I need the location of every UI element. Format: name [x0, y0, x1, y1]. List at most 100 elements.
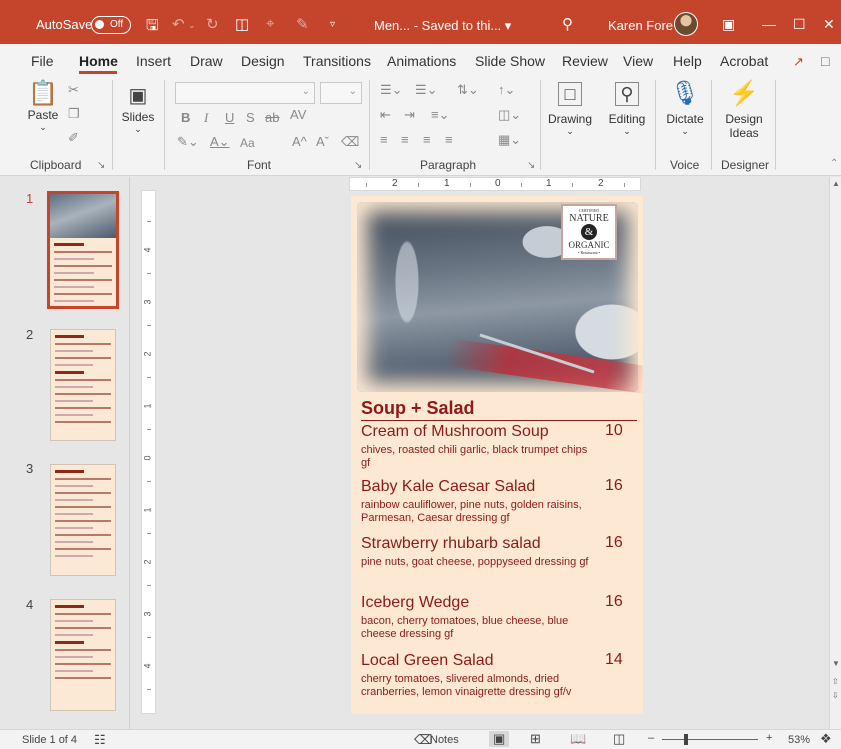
shadow-button[interactable]: S	[246, 110, 255, 125]
comment-icon[interactable]: □	[821, 53, 829, 69]
align-center-icon[interactable]: ≡	[401, 132, 409, 147]
zoom-slider[interactable]	[662, 739, 758, 740]
decrease-indent-icon[interactable]: ⇤	[380, 107, 391, 123]
search-icon[interactable]: ⚲	[562, 15, 573, 33]
tab-help[interactable]: Help	[673, 53, 702, 69]
font-color-icon[interactable]: A⌄	[210, 134, 230, 150]
font-name-select[interactable]: ⌄	[175, 82, 315, 104]
italic-button[interactable]: I	[204, 110, 208, 126]
increase-indent-icon[interactable]: ⇥	[404, 107, 415, 123]
tab-insert[interactable]: Insert	[136, 53, 171, 69]
copy-icon[interactable]: ❐	[68, 106, 80, 122]
menu-item[interactable]: Baby Kale Caesar Salad 16 rainbow caulif…	[361, 477, 637, 525]
undo-dropdown-icon[interactable]: ⌄	[188, 20, 196, 31]
slides-button[interactable]: ▣ Slides ⌄	[120, 82, 156, 135]
grow-font-button[interactable]: A^	[292, 134, 307, 149]
design-ideas-button[interactable]: ⚡ Design Ideas	[718, 80, 770, 140]
clipboard-launcher-icon[interactable]: ↘	[97, 160, 105, 171]
numbering-icon[interactable]: ☰⌄	[415, 82, 438, 98]
columns-icon[interactable]: ≡⌄	[431, 107, 449, 123]
slide-thumbnail-4[interactable]	[50, 599, 116, 711]
clear-formatting-icon[interactable]: ⌫	[341, 134, 359, 150]
slide-thumbnail-1[interactable]	[47, 191, 119, 309]
tab-review[interactable]: Review	[562, 53, 608, 69]
drawing-button[interactable]: □ Drawing ⌄	[545, 82, 595, 137]
font-launcher-icon[interactable]: ↘	[354, 160, 362, 171]
restaurant-logo[interactable]: CERTIFIED NATURE & ORGANIC • Restaurant …	[561, 204, 617, 260]
align-right-icon[interactable]: ≡	[423, 132, 431, 147]
slide-sorter-icon[interactable]: ⊞	[530, 731, 541, 747]
shrink-font-button[interactable]: Aˇ	[316, 134, 329, 149]
previous-slide-icon[interactable]: ⇧	[832, 677, 839, 686]
avatar[interactable]	[674, 12, 698, 36]
scroll-up-icon[interactable]: ▲	[832, 179, 840, 188]
cut-icon[interactable]: ✂	[68, 82, 79, 98]
collapse-ribbon-icon[interactable]: ⌃	[830, 158, 838, 169]
pen-icon[interactable]: ✎	[296, 15, 309, 33]
menu-item[interactable]: Local Green Salad 14 cherry tomatoes, sl…	[361, 651, 637, 699]
reading-view-icon[interactable]: 📖	[570, 731, 586, 747]
redo-icon[interactable]: ↻	[206, 15, 219, 33]
line-spacing-icon[interactable]: ⇅⌄	[457, 82, 479, 98]
notes-button[interactable]: Notes	[430, 734, 459, 746]
tab-acrobat[interactable]: Acrobat	[720, 53, 768, 69]
close-icon[interactable]: ✕	[823, 16, 835, 33]
smartart-icon[interactable]: ▦⌄	[498, 132, 521, 148]
spellcheck-icon[interactable]: ☷	[94, 732, 106, 748]
tab-animations[interactable]: Animations	[387, 53, 456, 69]
tab-draw[interactable]: Draw	[190, 53, 223, 69]
customize-qat-icon[interactable]: ▿	[330, 19, 335, 30]
bullets-icon[interactable]: ☰⌄	[380, 82, 403, 98]
character-spacing-button[interactable]: AV	[290, 107, 306, 122]
tab-design[interactable]: Design	[241, 53, 285, 69]
next-slide-icon[interactable]: ⇩	[832, 691, 839, 700]
present-icon[interactable]: ◫	[235, 15, 249, 33]
tab-transitions[interactable]: Transitions	[303, 53, 371, 69]
minimize-icon[interactable]: —	[762, 16, 776, 32]
slide-thumbnail-3[interactable]	[50, 464, 116, 576]
scroll-down-icon[interactable]: ▼	[832, 659, 840, 668]
bold-button[interactable]: B	[181, 110, 190, 125]
underline-button[interactable]: U	[225, 110, 234, 125]
zoom-in-icon[interactable]: +	[766, 732, 772, 744]
editing-button[interactable]: ⚲ Editing ⌄	[604, 82, 650, 137]
user-name[interactable]: Karen Fore	[608, 18, 673, 33]
maximize-icon[interactable]: ☐	[793, 16, 806, 33]
autosave-toggle[interactable]: Off	[91, 16, 131, 34]
font-size-select[interactable]: ⌄	[320, 82, 362, 104]
paragraph-launcher-icon[interactable]: ↘	[527, 160, 535, 171]
zoom-out-icon[interactable]: –	[648, 732, 654, 744]
tab-view[interactable]: View	[623, 53, 653, 69]
document-title[interactable]: Men... - Saved to thi... ▾	[374, 18, 511, 34]
align-left-icon[interactable]: ≡	[380, 132, 388, 147]
justify-icon[interactable]: ≡	[445, 132, 453, 147]
fit-to-window-icon[interactable]: ❖	[820, 731, 832, 747]
align-text-icon[interactable]: ◫⌄	[498, 107, 521, 123]
tab-home[interactable]: Home	[79, 53, 118, 69]
strikethrough-button[interactable]: ab	[265, 110, 279, 125]
share-icon[interactable]: ↗	[793, 54, 804, 70]
text-direction-icon[interactable]: ↑⌄	[498, 82, 515, 98]
slide-thumbnail-2[interactable]	[50, 329, 116, 441]
tab-slide-show[interactable]: Slide Show	[475, 53, 545, 69]
menu-item[interactable]: Strawberry rhubarb salad 16 pine nuts, g…	[361, 534, 637, 569]
paste-button[interactable]: 📋 Paste ⌄	[26, 80, 60, 133]
menu-item[interactable]: Iceberg Wedge 16 bacon, cherry tomatoes,…	[361, 593, 637, 641]
save-icon[interactable]: 🖫	[146, 15, 159, 40]
change-case-button[interactable]: Aa	[240, 136, 255, 150]
vertical-scrollbar[interactable]: ▲ ▼ ⇧ ⇩	[829, 177, 841, 729]
undo-icon[interactable]: ↶	[172, 15, 185, 33]
section-title[interactable]: Soup + Salad	[361, 398, 475, 419]
format-painter-icon[interactable]: ✐	[68, 130, 79, 146]
tab-file[interactable]: File	[31, 53, 54, 69]
zoom-slider-thumb[interactable]	[684, 734, 688, 745]
highlight-icon[interactable]: ✎⌄	[177, 134, 199, 150]
dictate-button[interactable]: 🎙 Dictate ⌄	[662, 80, 708, 137]
ribbon-display-icon[interactable]: ▣	[722, 16, 735, 33]
zoom-level[interactable]: 53%	[788, 734, 810, 746]
menu-item[interactable]: Cream of Mushroom Soup 10 chives, roaste…	[361, 422, 637, 470]
slide-canvas[interactable]: CERTIFIED NATURE & ORGANIC • Restaurant …	[351, 196, 643, 714]
normal-view-icon[interactable]: ▣	[489, 731, 510, 747]
grid-icon[interactable]: ⌖	[266, 15, 274, 32]
slide-show-icon[interactable]: ◫	[613, 731, 625, 747]
